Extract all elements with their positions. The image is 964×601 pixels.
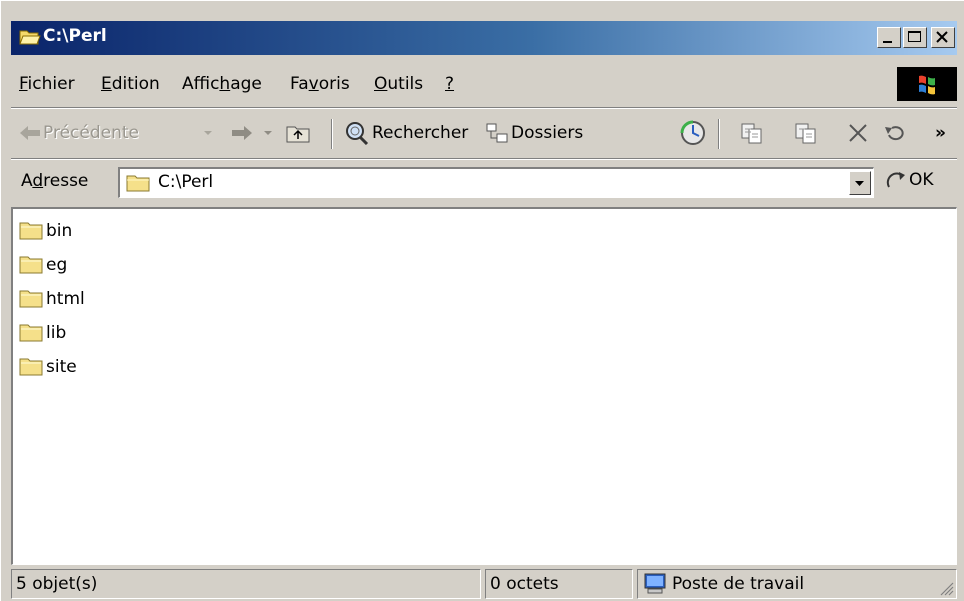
folders-tree-icon (486, 123, 508, 143)
menu-edition[interactable]: Edition (101, 74, 160, 94)
copy-to-button[interactable] (793, 111, 819, 155)
toolbar-separator (331, 119, 333, 149)
back-label: Précédente (43, 123, 139, 143)
menu-bar: Fichier Edition Affichage Favoris Outils… (11, 64, 957, 104)
folder-icon (19, 290, 43, 308)
close-button[interactable] (931, 27, 955, 48)
maximize-button[interactable] (903, 27, 927, 48)
up-folder-icon (286, 126, 310, 143)
up-folder-button[interactable] (285, 111, 311, 155)
computer-icon (644, 573, 666, 594)
back-button[interactable]: Précédente (19, 111, 139, 155)
folder-icon (126, 173, 150, 197)
menu-favoris[interactable]: Favoris (290, 74, 350, 94)
file-list[interactable]: bin eg html lib site (11, 207, 957, 565)
zone-text: Poste de travail (672, 574, 805, 594)
history-icon (680, 120, 705, 145)
address-input[interactable]: C:\Perl (118, 167, 874, 198)
file-name: eg (46, 255, 68, 275)
address-value: C:\Perl (158, 172, 214, 192)
go-label: OK (909, 170, 934, 190)
resize-grip-icon[interactable] (938, 580, 954, 596)
delete-button[interactable] (847, 111, 869, 155)
address-bar: Adresse C:\Perl OK (11, 161, 957, 205)
move-to-button[interactable] (739, 111, 765, 155)
menu-help[interactable]: ? (445, 74, 454, 94)
menu-affichage[interactable]: Affichage (182, 74, 262, 94)
folder-icon (19, 256, 43, 274)
undo-button[interactable] (883, 111, 907, 155)
search-icon (346, 122, 369, 145)
menu-outils[interactable]: Outils (374, 74, 423, 94)
go-arrow-icon (886, 172, 905, 188)
chevron-down-icon (855, 181, 864, 186)
list-item[interactable]: html (19, 287, 85, 311)
folders-label: Dossiers (511, 123, 584, 143)
back-arrow-icon (20, 126, 40, 140)
go-button[interactable]: OK (885, 169, 934, 191)
menu-separator (11, 107, 957, 109)
window-title: C:\Perl (43, 26, 107, 46)
minimize-icon (883, 41, 892, 43)
file-name: site (46, 357, 77, 377)
minimize-button[interactable] (877, 27, 901, 48)
delete-x-icon (849, 124, 867, 142)
list-item[interactable]: eg (19, 253, 67, 277)
move-to-icon (741, 123, 762, 144)
chevron-down-icon (264, 131, 272, 135)
file-name: html (46, 289, 85, 309)
status-size: 0 octets (485, 569, 633, 599)
folder-icon (19, 324, 43, 342)
file-name: lib (46, 323, 67, 343)
list-item[interactable]: lib (19, 321, 66, 345)
maximize-icon (908, 31, 921, 42)
windows-logo (897, 67, 957, 101)
folder-icon (19, 358, 43, 376)
file-name: bin (46, 221, 73, 241)
open-folder-icon (19, 28, 41, 46)
object-count-text: 5 objet(s) (16, 574, 98, 594)
explorer-window: C:\Perl Fichier Edition Affichage Favori… (0, 0, 964, 601)
status-bar: 5 objet(s) 0 octets Poste de travail (11, 569, 957, 599)
size-text: 0 octets (490, 574, 559, 594)
address-dropdown-button[interactable] (849, 171, 871, 195)
toolbar-separator (718, 119, 720, 149)
chevron-down-icon (204, 131, 212, 135)
forward-arrow-icon (232, 126, 252, 140)
menu-fichier[interactable]: Fichier (19, 74, 75, 94)
close-icon (936, 31, 948, 43)
address-label: Adresse (21, 171, 89, 191)
status-object-count: 5 objet(s) (11, 569, 481, 599)
chevron-double-right-icon: » (935, 123, 946, 143)
list-item[interactable]: bin (19, 219, 72, 243)
folder-icon (19, 222, 43, 240)
toolbar-overflow-button[interactable]: » (935, 111, 946, 155)
search-button[interactable]: Rechercher (344, 111, 468, 155)
toolbar: Précédente Rechercher Dossiers » (11, 111, 957, 155)
history-button[interactable] (679, 111, 707, 155)
copy-to-icon (795, 123, 816, 144)
undo-icon (885, 126, 904, 141)
list-item[interactable]: site (19, 355, 77, 379)
toolbar-separator-line (11, 158, 957, 160)
forward-button[interactable] (231, 111, 253, 155)
title-bar[interactable]: C:\Perl (11, 21, 957, 55)
status-zone: Poste de travail (637, 569, 957, 599)
forward-dropdown[interactable] (263, 111, 273, 155)
folders-button[interactable]: Dossiers (485, 111, 583, 155)
search-label: Rechercher (372, 123, 469, 143)
back-dropdown[interactable] (203, 111, 213, 155)
